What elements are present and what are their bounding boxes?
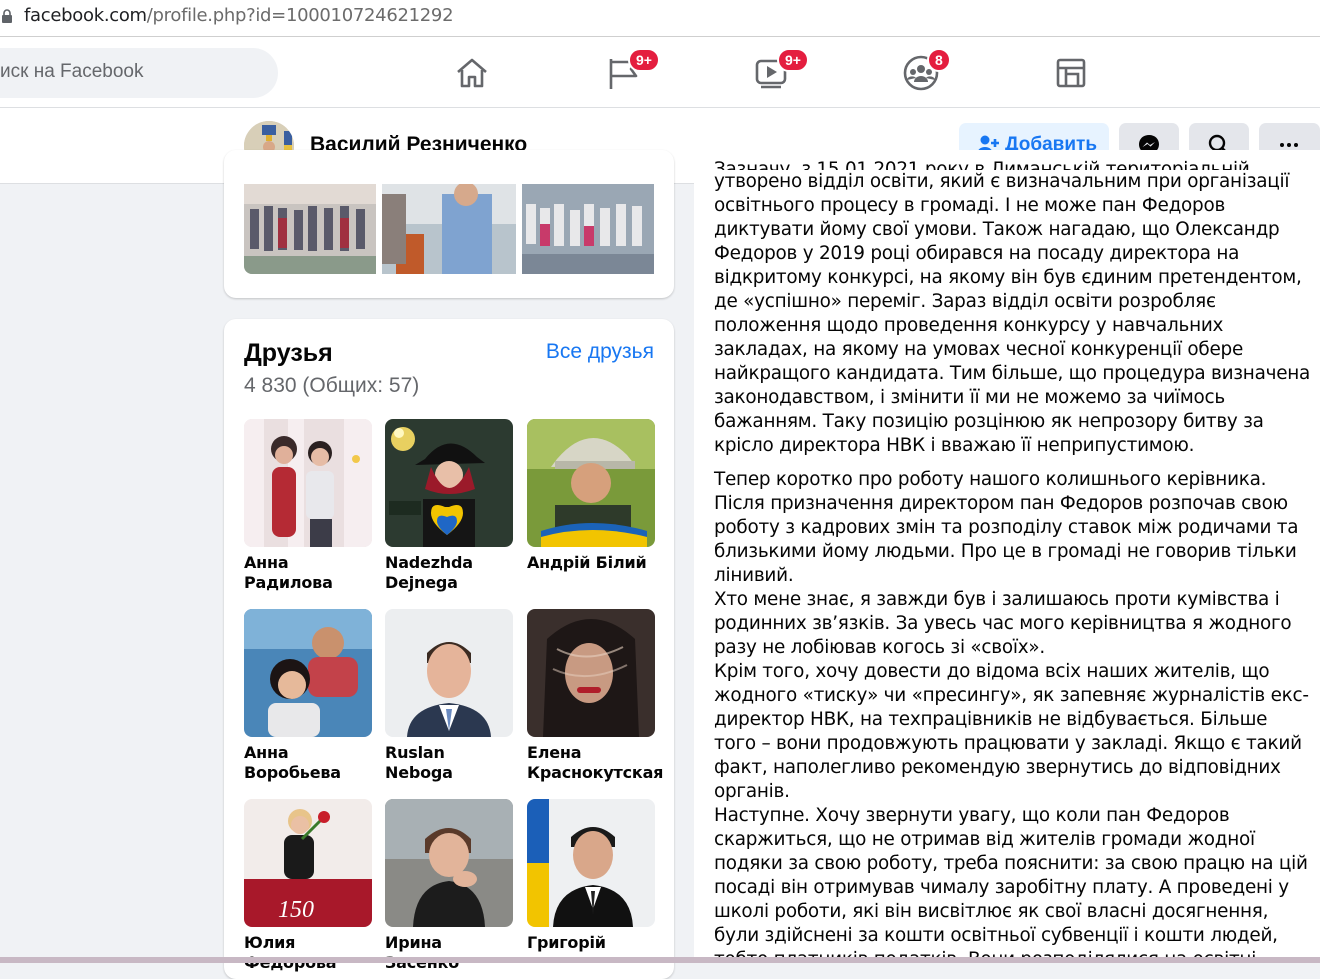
friend-item[interactable]: Анна Воробьева xyxy=(244,609,372,783)
friend-item[interactable]: Елена Краснокутская xyxy=(527,609,663,783)
friend-photo[interactable] xyxy=(244,609,372,737)
post-paragraph: Крім того, хочу довести до відома всіх н… xyxy=(714,661,1309,802)
friend-item[interactable]: Ирина Засенко xyxy=(385,799,513,973)
top-navigation: иск на Facebook 9+ 9+ 8 xyxy=(0,37,1320,108)
photo-thumbnail[interactable] xyxy=(382,184,516,274)
friend-item[interactable]: Андрій Білий xyxy=(527,419,655,573)
home-icon[interactable] xyxy=(452,53,492,93)
post-text: Зазначу, з 15.01.2021 року в Лиманській … xyxy=(714,159,1314,963)
friend-photo[interactable] xyxy=(385,419,513,547)
friend-name[interactable]: Юлия Федорова xyxy=(244,933,372,973)
groups-notification-badge: 8 xyxy=(927,48,951,72)
url-text[interactable]: facebook.com/profile.php?id=100010724621… xyxy=(24,5,454,26)
post-cut-line: Зазначу, з 15.01.2021 року в Лиманській … xyxy=(714,159,1250,170)
friend-name[interactable]: Андрій Білий xyxy=(527,553,655,573)
photos-card xyxy=(224,150,674,298)
friends-count: 4 830 (Общих: 57) xyxy=(244,374,420,397)
friend-photo[interactable] xyxy=(385,609,513,737)
photo-thumbnail[interactable] xyxy=(522,184,654,274)
window-bottom-strip xyxy=(0,957,1320,963)
friend-photo[interactable] xyxy=(527,799,655,927)
friend-name[interactable]: Григорій xyxy=(527,933,655,953)
gaming-icon[interactable] xyxy=(1051,53,1091,93)
friend-photo[interactable] xyxy=(385,799,513,927)
url-path: /profile.php?id=100010724621292 xyxy=(146,5,454,26)
friend-item[interactable]: Nadezhda Dejnega xyxy=(385,419,513,593)
post-paragraph: Хто мене знає, я завжди був і залишаюсь … xyxy=(714,589,1292,658)
friend-photo[interactable] xyxy=(244,419,372,547)
search-input[interactable]: иск на Facebook xyxy=(0,48,278,98)
friend-name[interactable]: Ruslan Neboga xyxy=(385,743,513,783)
all-friends-link[interactable]: Все друзья xyxy=(546,340,654,364)
friend-name[interactable]: Ирина Засенко xyxy=(385,933,513,973)
search-placeholder: иск на Facebook xyxy=(0,61,144,82)
watch-notification-badge: 9+ xyxy=(777,48,809,72)
photo-thumbnail[interactable] xyxy=(244,184,376,274)
friends-title: Друзья xyxy=(244,339,333,367)
friend-name[interactable]: Анна Радилова xyxy=(244,553,372,593)
friend-name[interactable]: Елена Краснокутская xyxy=(527,743,663,783)
url-host: facebook.com xyxy=(24,5,147,26)
post-content: Зазначу, з 15.01.2021 року в Лиманській … xyxy=(694,150,1320,963)
svg-text:150: 150 xyxy=(278,897,314,923)
lock-icon xyxy=(2,9,12,23)
friend-item[interactable]: Анна Радилова xyxy=(244,419,372,593)
friend-item[interactable]: Григорій xyxy=(527,799,655,953)
friend-name[interactable]: Анна Воробьева xyxy=(244,743,372,783)
pages-notification-badge: 9+ xyxy=(628,48,660,72)
friend-photo[interactable] xyxy=(527,609,655,737)
post-paragraph: утворено відділ освіти, який є визначаль… xyxy=(714,171,1311,456)
post-paragraph: Наступне. Хочу звернути увагу, що коли п… xyxy=(714,805,1308,963)
friend-item[interactable]: Ruslan Neboga xyxy=(385,609,513,783)
friend-photo[interactable]: 150 xyxy=(244,799,372,927)
friends-card: Друзья Все друзья 4 830 (Общих: 57) Анна… xyxy=(224,319,674,979)
browser-address-bar[interactable]: facebook.com/profile.php?id=100010724621… xyxy=(0,0,1320,37)
friend-photo[interactable] xyxy=(527,419,655,547)
post-paragraph: Після призначення директором пан Федоров… xyxy=(714,493,1299,586)
friend-name[interactable]: Nadezhda Dejnega xyxy=(385,553,513,593)
friend-item[interactable]: 150 Юлия Федорова xyxy=(244,799,372,973)
post-paragraph: Тепер коротко про роботу нашого колишньо… xyxy=(714,469,1267,490)
